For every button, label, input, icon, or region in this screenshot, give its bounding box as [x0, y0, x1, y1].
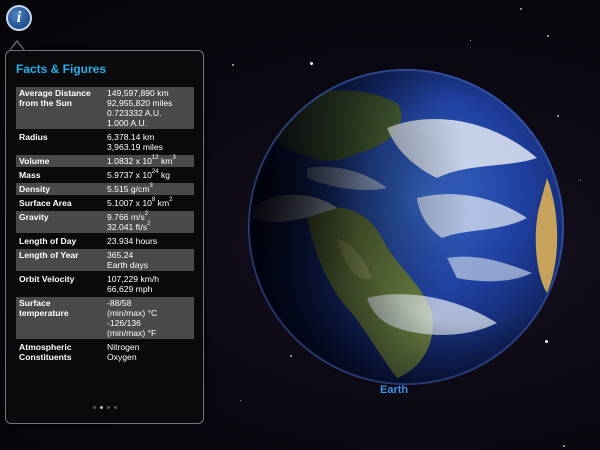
page-dot[interactable]	[113, 406, 117, 409]
panel-title: Facts & Figures	[16, 62, 107, 76]
star	[580, 180, 581, 181]
fact-label: Length of Year	[16, 249, 104, 271]
fact-row: Length of Year 365.24 Earth days	[16, 249, 194, 271]
fact-row: Mass 5.9737 x 1024 kg	[16, 169, 194, 181]
fact-row: Orbit Velocity 107,229 km/h 66,629 mph	[16, 273, 194, 295]
fact-label: Surface Area	[19, 198, 72, 208]
fact-label: Surface temperature	[16, 297, 104, 339]
fact-value: 107,229 km/h 66,629 mph	[107, 274, 160, 294]
fact-value: 5.515 g/cm3	[104, 183, 194, 195]
info-button[interactable]: i	[6, 5, 32, 31]
fact-label: Length of Day	[19, 236, 77, 246]
fact-value: 23.934 hours	[107, 236, 158, 246]
fact-row: Volume 1.0832 x 1012 km3	[16, 155, 194, 167]
fact-row: Atmospheric Constituents Nitrogen Oxygen	[16, 341, 194, 363]
fact-label: Orbit Velocity	[19, 274, 75, 284]
fact-label: Mass	[19, 170, 41, 180]
fact-value: -88/58 (min/max) °C -126/136 (min/max) °F	[104, 297, 194, 339]
fact-value: Nitrogen Oxygen	[107, 342, 140, 362]
star	[232, 64, 234, 66]
facts-table: Average Distance from the Sun 149,597,890 …	[16, 85, 194, 365]
fact-value: 365.24 Earth days	[104, 249, 194, 271]
page-indicator[interactable]	[6, 396, 203, 414]
star	[563, 445, 565, 447]
fact-value: 1.0832 x 1012 km3	[104, 155, 194, 167]
fact-row: Surface Area 5.1007 x 108 km2	[16, 197, 194, 209]
page-dot[interactable]	[92, 406, 96, 409]
fact-value: 6,378.14 km 3,963.19 miles	[107, 132, 163, 152]
star	[470, 40, 471, 41]
fact-row: Length of Day 23.934 hours	[16, 235, 194, 247]
earth-globe[interactable]	[247, 68, 565, 386]
earth-image	[248, 69, 564, 385]
fact-row: Surface temperature -88/58 (min/max) °C -126…	[16, 297, 194, 339]
fact-row: Radius 6,378.14 km 3,963.19 miles	[16, 131, 194, 153]
fact-label: Radius	[19, 132, 48, 142]
fact-value: 149,597,890 km 92,955,820 miles 0.723332 A…	[104, 87, 194, 129]
fact-label: Average Distance from the Sun	[16, 87, 104, 129]
star	[240, 400, 241, 401]
fact-value: 9.766 m/s2 32.041 ft/s2	[104, 211, 194, 233]
fact-label: Gravity	[16, 211, 104, 233]
fact-label: Density	[16, 183, 104, 195]
star	[520, 8, 522, 10]
info-icon: i	[16, 9, 22, 26]
page-dot[interactable]	[106, 406, 110, 409]
facts-panel: Facts & Figures Average Distance from the…	[5, 50, 204, 424]
fact-label: Atmospheric Constituents	[19, 342, 72, 362]
fact-label: Volume	[16, 155, 104, 167]
planet-name-label[interactable]: Earth	[380, 384, 408, 396]
fact-row: Gravity 9.766 m/s2 32.041 ft/s2	[16, 211, 194, 233]
fact-row: Density 5.515 g/cm3	[16, 183, 194, 195]
page-dot[interactable]	[99, 406, 103, 409]
fact-value: 5.9737 x 1024 kg	[107, 169, 171, 180]
fact-value: 5.1007 x 108 km2	[107, 197, 173, 208]
star	[547, 35, 549, 37]
fact-row: Average Distance from the Sun 149,597,890 …	[16, 87, 194, 129]
star	[310, 62, 313, 65]
